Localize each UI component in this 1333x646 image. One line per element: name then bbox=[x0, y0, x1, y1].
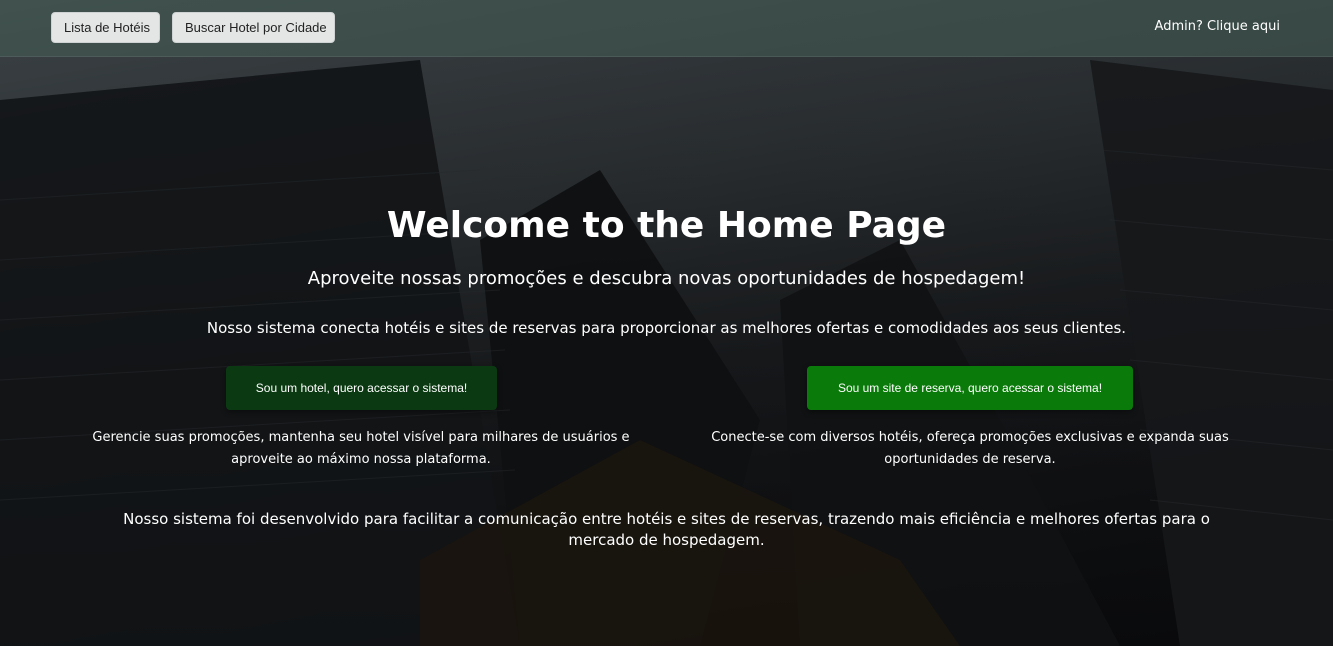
booking-site-access-button[interactable]: Sou um site de reserva, quero acessar o … bbox=[807, 366, 1133, 410]
admin-login-link[interactable]: Admin? Clique aqui bbox=[1155, 19, 1280, 34]
hotel-access-button[interactable]: Sou um hotel, quero acessar o sistema! bbox=[226, 366, 497, 410]
hero-description: Nosso sistema conecta hotéis e sites de … bbox=[206, 319, 1127, 337]
home-page: Lista de Hotéis Buscar Hotel por Cidade … bbox=[0, 0, 1333, 646]
search-hotel-by-city-button[interactable]: Buscar Hotel por Cidade bbox=[172, 12, 335, 43]
footer-description: Nosso sistema foi desenvolvido para faci… bbox=[123, 510, 1210, 549]
page-title: Welcome to the Home Page bbox=[386, 205, 947, 246]
hotel-description: Gerencie suas promoções, mantenha seu ho… bbox=[92, 430, 630, 467]
booking-site-description: Conecte-se com diversos hotéis, ofereça … bbox=[711, 430, 1229, 467]
top-navbar: Lista de Hotéis Buscar Hotel por Cidade … bbox=[0, 0, 1333, 57]
hotels-list-button[interactable]: Lista de Hotéis bbox=[51, 12, 160, 43]
hero-subtitle: Aproveite nossas promoções e descubra no… bbox=[307, 268, 1026, 289]
